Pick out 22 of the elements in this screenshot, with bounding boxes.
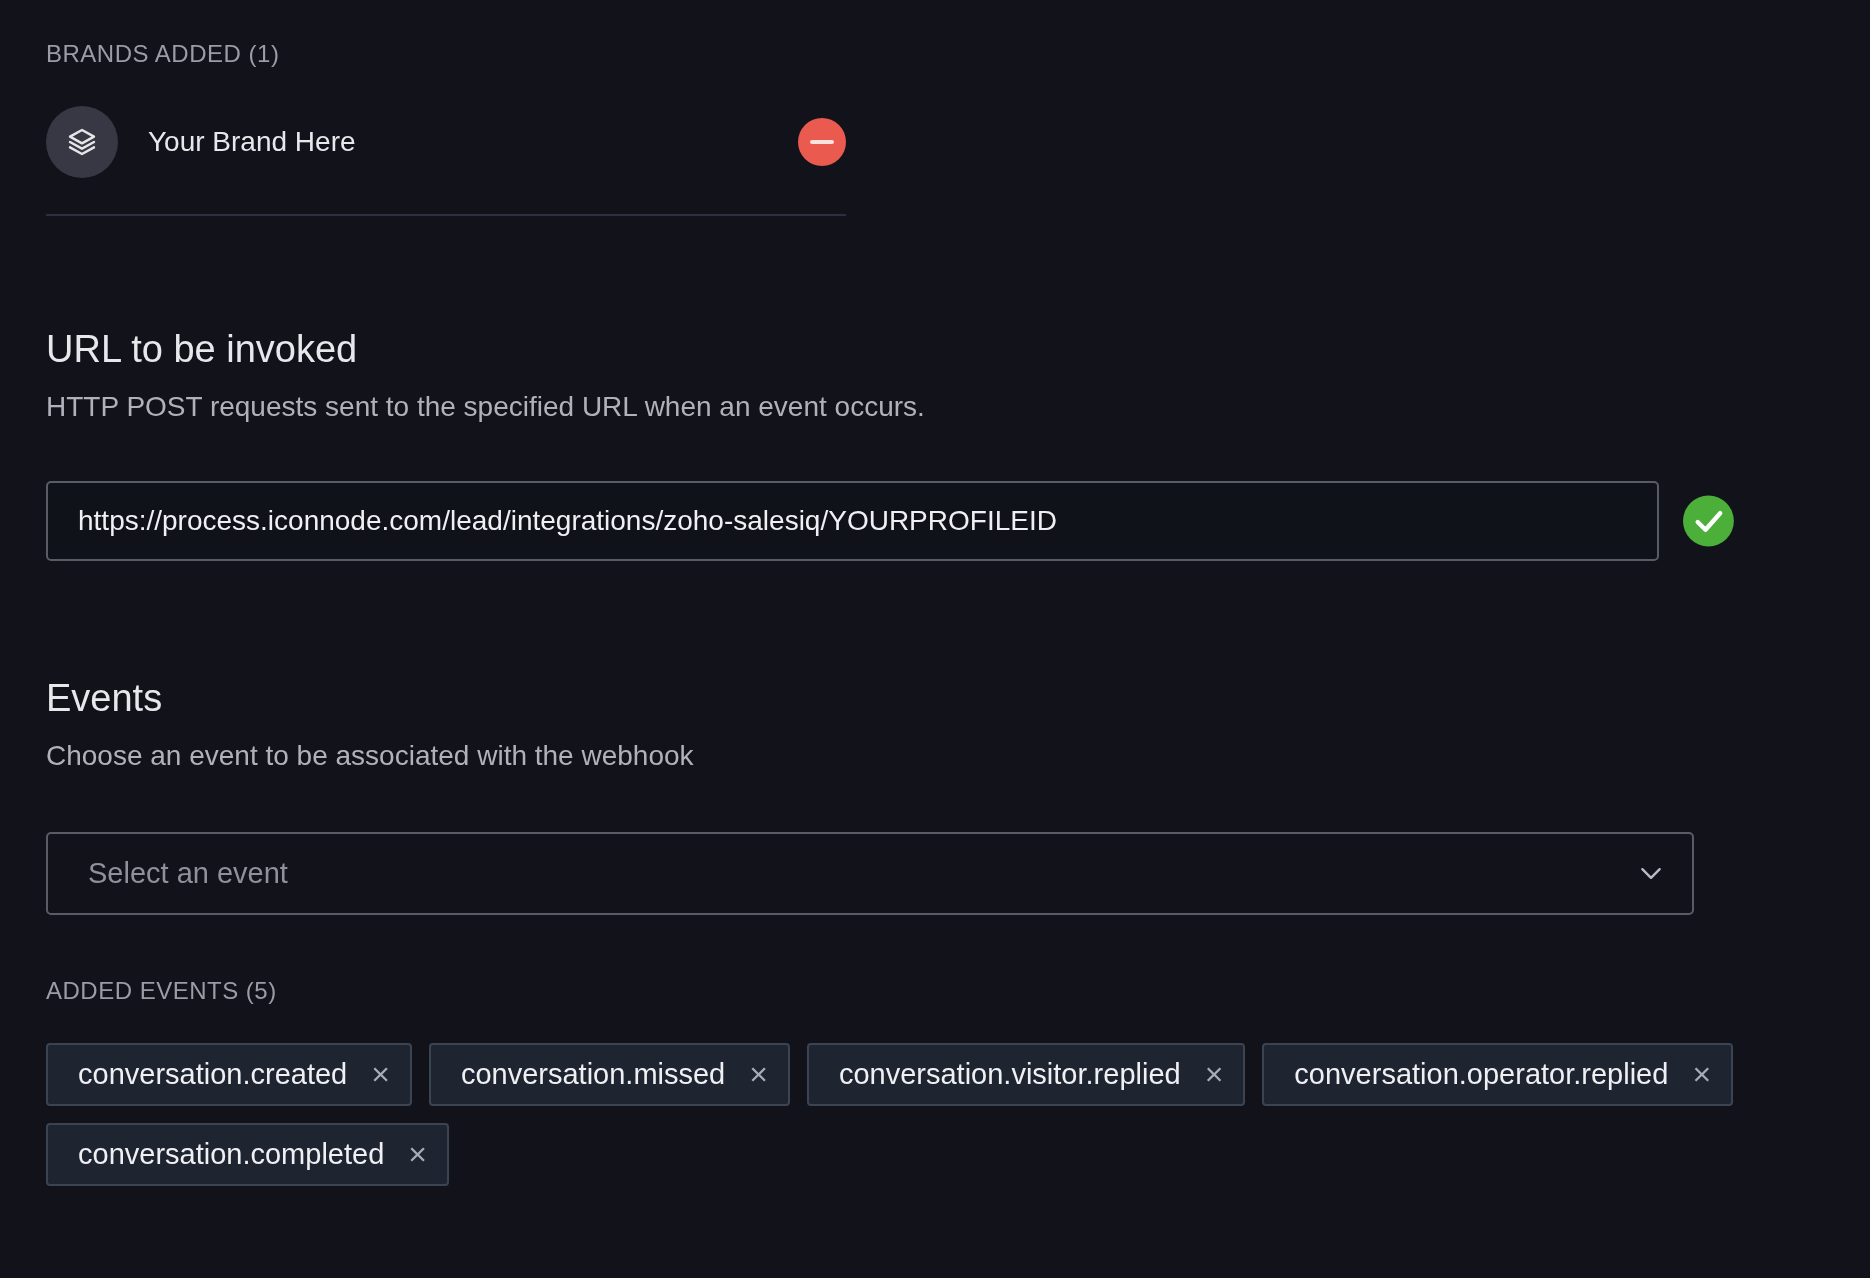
tag-label: conversation.visitor.replied bbox=[838, 1058, 1181, 1091]
remove-button[interactable] bbox=[798, 118, 846, 166]
section-description: Choose an event to be associated with the webhook bbox=[46, 740, 695, 772]
remove-tag-button[interactable]: × bbox=[1686, 1056, 1718, 1093]
tag-label: conversation.operator.replied bbox=[1294, 1058, 1669, 1091]
tag-label: conversation.created bbox=[78, 1058, 348, 1091]
layers-icon bbox=[66, 126, 98, 158]
remove-tag-button[interactable]: × bbox=[365, 1056, 396, 1093]
url-field[interactable]: https://process.iconnode.com/lead/integrations/zoho-salesiq/YOURPROFILEID bbox=[46, 481, 1660, 561]
event-select[interactable]: Select an event bbox=[46, 832, 1694, 915]
section-heading: BRANDS ADDED (1) bbox=[46, 40, 281, 68]
remove-tag-button[interactable]: × bbox=[743, 1056, 774, 1093]
section-description: HTTP POST requests sent to the specified URL when an event occurs. bbox=[46, 391, 926, 423]
remove-tag-button[interactable]: × bbox=[402, 1136, 433, 1173]
remove-tag-button[interactable]: × bbox=[1198, 1056, 1230, 1093]
chevron-down-icon bbox=[1640, 867, 1662, 880]
section-title: Events bbox=[46, 677, 164, 720]
section-title: URL to be invoked bbox=[46, 328, 359, 371]
tag-label: conversation.missed bbox=[460, 1058, 726, 1091]
brand-name: Your Brand Here bbox=[148, 126, 357, 158]
section-heading: ADDED EVENTS (5) bbox=[46, 977, 278, 1005]
tag-label: conversation.completed bbox=[78, 1138, 385, 1171]
